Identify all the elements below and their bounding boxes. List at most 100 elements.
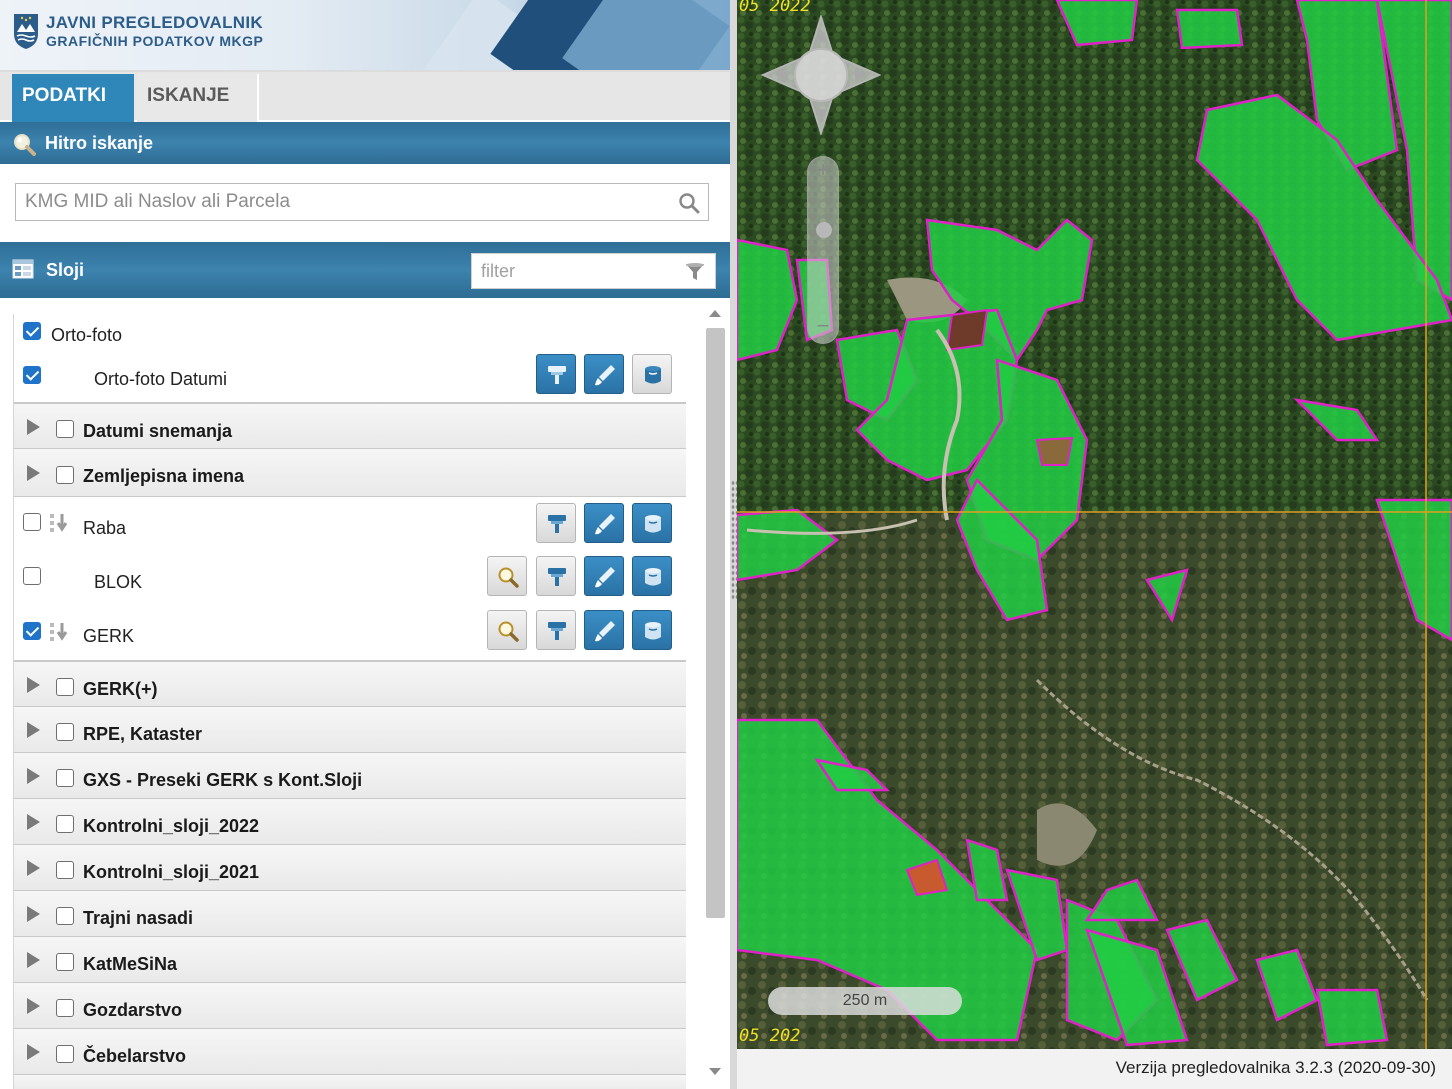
- search-icon[interactable]: [678, 192, 700, 214]
- filter-input[interactable]: [472, 254, 677, 288]
- edit-button[interactable]: [584, 354, 624, 394]
- layer-group-kontrolni-2021[interactable]: Kontrolni_sloji_2021: [14, 844, 686, 890]
- layer-checkbox[interactable]: [56, 420, 74, 438]
- layer-row-orto-foto-datumi: Orto-foto Datumi: [14, 354, 686, 402]
- map-date-label-top: 05 2022: [739, 0, 811, 16]
- export-button[interactable]: [632, 556, 672, 596]
- expand-arrow-icon[interactable]: [27, 1044, 40, 1060]
- expand-arrow-icon[interactable]: [27, 814, 40, 830]
- layer-group-label: RPE, Kataster: [83, 724, 203, 744]
- layer-checkbox[interactable]: [56, 466, 74, 484]
- drag-handle-icon[interactable]: [49, 512, 71, 534]
- layer-row-gerk: GERK: [14, 604, 686, 660]
- zoom-slider-handle[interactable]: [816, 222, 832, 238]
- zoom-in-icon[interactable]: +: [816, 158, 830, 182]
- zoom-to-layer-button[interactable]: [487, 556, 527, 596]
- tab-bar: PODATKI ISKANJE: [0, 70, 732, 122]
- scroll-down-arrow-icon[interactable]: [709, 1068, 721, 1075]
- layer-row-blok: BLOK: [14, 550, 686, 604]
- layer-checkbox-blok[interactable]: [23, 567, 41, 585]
- layer-label: BLOK: [94, 572, 143, 592]
- layer-group-gerk-plus[interactable]: GERK(+): [14, 660, 686, 706]
- map-view[interactable]: 05 2022 05 202 + − 250 m Verzija pregled…: [737, 0, 1452, 1089]
- zoom-to-layer-button[interactable]: [487, 610, 527, 650]
- search-box: [15, 183, 709, 221]
- expand-arrow-icon[interactable]: [27, 677, 40, 693]
- style-button[interactable]: [536, 503, 576, 543]
- layer-group-next[interactable]: [14, 1074, 686, 1089]
- expand-arrow-icon[interactable]: [27, 722, 40, 738]
- brush-icon: [595, 514, 615, 535]
- crest-icon: [14, 14, 38, 49]
- export-button[interactable]: [632, 503, 672, 543]
- layer-group-label: Datumi snemanja: [83, 421, 233, 441]
- layer-group-datumi-snemanja[interactable]: Datumi snemanja: [14, 402, 686, 448]
- layers-title: Sloji: [46, 260, 85, 280]
- layer-group-gxs[interactable]: GXS - Preseki GERK s Kont.Sloji: [14, 752, 686, 798]
- aerial-map: [737, 0, 1452, 1089]
- layer-group-kontrolni-2022[interactable]: Kontrolni_sloji_2022: [14, 798, 686, 844]
- export-button[interactable]: [632, 354, 672, 394]
- layer-group-label: Trajni nasadi: [83, 908, 194, 928]
- layer-checkbox[interactable]: [56, 723, 74, 741]
- layer-checkbox[interactable]: [56, 953, 74, 971]
- export-button[interactable]: [632, 610, 672, 650]
- layer-checkbox-raba[interactable]: [23, 513, 41, 531]
- style-button[interactable]: [536, 354, 576, 394]
- tab-iskanje[interactable]: ISKANJE: [137, 74, 259, 122]
- tab-podatki[interactable]: PODATKI: [12, 74, 134, 122]
- quick-search-title: Hitro iskanje: [45, 133, 154, 153]
- layer-group-label: Zemljepisna imena: [83, 466, 245, 486]
- layer-checkbox[interactable]: [56, 907, 74, 925]
- expand-arrow-icon[interactable]: [27, 419, 40, 435]
- database-icon: [645, 515, 661, 533]
- drag-handle-icon[interactable]: [49, 621, 71, 643]
- edit-button[interactable]: [584, 556, 624, 596]
- layer-label: Orto-foto Datumi: [94, 369, 228, 389]
- layer-label: Orto-foto: [51, 325, 123, 345]
- layer-checkbox[interactable]: [56, 1045, 74, 1063]
- edit-button[interactable]: [584, 610, 624, 650]
- search-input[interactable]: [16, 184, 666, 220]
- expand-arrow-icon[interactable]: [27, 768, 40, 784]
- layer-group-zemljepisna-imena[interactable]: Zemljepisna imena: [14, 448, 686, 496]
- layer-checkbox-orto-foto[interactable]: [23, 322, 41, 340]
- paint-roller-icon: [548, 568, 566, 586]
- left-panel: JAVNI PREGLEDOVALNIK GRAFIČNIH PODATKOV …: [0, 0, 732, 1089]
- layer-group-katmesina[interactable]: KatMeSiNa: [14, 936, 686, 982]
- edit-button[interactable]: [584, 503, 624, 543]
- layer-group-trajni-nasadi[interactable]: Trajni nasadi: [14, 890, 686, 936]
- layer-group-cebelarstvo[interactable]: Čebelarstvo: [14, 1028, 686, 1074]
- layer-checkbox-orto-foto-datumi[interactable]: [23, 366, 41, 384]
- expand-arrow-icon[interactable]: [27, 465, 40, 481]
- scroll-up-arrow-icon[interactable]: [709, 310, 721, 317]
- expand-arrow-icon[interactable]: [27, 860, 40, 876]
- banner-title: JAVNI PREGLEDOVALNIK: [46, 13, 263, 32]
- zoom-out-icon[interactable]: −: [816, 314, 830, 338]
- layer-group-rpe-kataster[interactable]: RPE, Kataster: [14, 706, 686, 752]
- database-icon: [645, 622, 661, 640]
- funnel-icon[interactable]: [685, 262, 705, 282]
- layer-checkbox[interactable]: [56, 861, 74, 879]
- pan-control-icon[interactable]: [761, 15, 881, 135]
- layer-checkbox[interactable]: [56, 769, 74, 787]
- expand-arrow-icon[interactable]: [27, 952, 40, 968]
- expand-arrow-icon[interactable]: [27, 998, 40, 1014]
- expand-arrow-icon[interactable]: [27, 906, 40, 922]
- magnifier-icon: [498, 567, 519, 588]
- style-button[interactable]: [536, 556, 576, 596]
- layer-checkbox[interactable]: [56, 815, 74, 833]
- layer-group-label: Kontrolni_sloji_2022: [83, 816, 260, 836]
- quick-search-header[interactable]: Hitro iskanje: [0, 122, 732, 164]
- layer-checkbox-gerk[interactable]: [23, 622, 41, 640]
- version-footer: Verzija pregledovalnika 3.2.3 (2020-09-3…: [737, 1049, 1452, 1089]
- map-date-label-bottom: 05 202: [739, 1026, 801, 1046]
- layer-checkbox[interactable]: [56, 678, 74, 696]
- layer-label: Raba: [83, 518, 127, 538]
- brush-icon: [595, 365, 615, 386]
- layer-checkbox[interactable]: [56, 999, 74, 1017]
- style-button[interactable]: [536, 610, 576, 650]
- app-banner: JAVNI PREGLEDOVALNIK GRAFIČNIH PODATKOV …: [0, 0, 732, 70]
- scrollbar-thumb[interactable]: [706, 328, 725, 918]
- layer-group-gozdarstvo[interactable]: Gozdarstvo: [14, 982, 686, 1028]
